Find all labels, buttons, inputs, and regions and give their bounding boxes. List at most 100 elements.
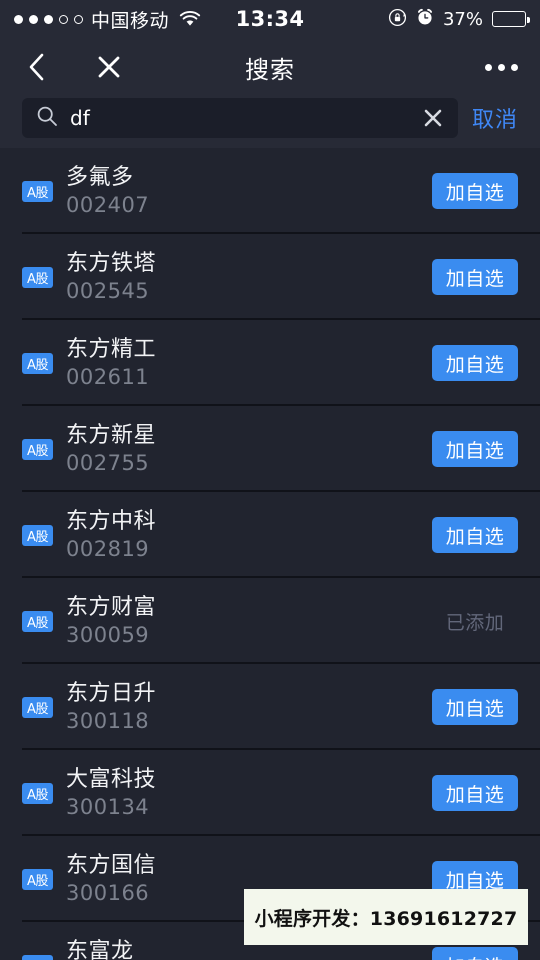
row-action: 已添加 xyxy=(432,608,518,635)
status-bar: 中国移动 13:34 37% xyxy=(0,0,540,38)
stock-code: 300166 xyxy=(66,880,150,905)
market-badge: A股 xyxy=(22,610,53,632)
row-action: 加自选 xyxy=(432,775,518,811)
watermark-overlay: 小程序开发：13691612727 xyxy=(244,889,528,945)
stock-name: 东方铁塔 xyxy=(66,251,157,277)
market-badge: A股 xyxy=(22,954,53,960)
already-added-label: 已添加 xyxy=(445,611,505,634)
search-input-value: df xyxy=(70,106,90,130)
stock-name: 东方国信 xyxy=(66,853,157,879)
row-action: 加自选 xyxy=(432,517,518,553)
signal-strength-dots xyxy=(14,14,83,24)
add-to-watchlist-button[interactable]: 加自选 xyxy=(432,947,518,960)
search-icon xyxy=(36,105,58,131)
add-to-watchlist-button[interactable]: 加自选 xyxy=(432,173,518,209)
add-to-watchlist-button[interactable]: 加自选 xyxy=(432,689,518,725)
table-row[interactable]: A股 东方精工 002611 加自选 xyxy=(0,320,540,406)
more-dot-1 xyxy=(485,63,492,71)
market-badge: A股 xyxy=(22,180,53,202)
stock-info: 东方中科 002819 xyxy=(66,510,156,559)
add-to-watchlist-button[interactable]: 加自选 xyxy=(432,431,518,467)
battery-percent-label: 37% xyxy=(442,8,483,30)
search-results-list[interactable]: A股 多氟多 002407 加自选 A股 东方铁塔 002545 加自选 A股 东方精工 00261… xyxy=(0,148,540,960)
more-dots-icon[interactable] xyxy=(485,63,518,71)
row-action: 加自选 xyxy=(432,431,518,467)
stock-code: 002755 xyxy=(66,450,150,475)
row-action: 加自选 xyxy=(432,173,518,209)
market-badge: A股 xyxy=(22,352,53,374)
market-badge: A股 xyxy=(22,266,53,288)
signal-dot-3 xyxy=(44,14,53,24)
table-row[interactable]: A股 多氟多 002407 加自选 xyxy=(0,148,540,234)
stock-code: 002407 xyxy=(66,192,150,217)
watermark-text: 小程序开发：13691612727 xyxy=(254,907,518,930)
carrier-label: 中国移动 xyxy=(91,9,170,32)
stock-code: 300059 xyxy=(66,622,150,647)
navigation-left-actions xyxy=(22,52,124,82)
stock-name: 东方中科 xyxy=(66,509,157,535)
stock-name: 东方日升 xyxy=(66,681,157,707)
stock-code: 300134 xyxy=(66,794,150,819)
stock-code: 300118 xyxy=(66,708,150,733)
table-row[interactable]: A股 东方中科 002819 加自选 xyxy=(0,492,540,578)
stock-info: 东方国信 300166 xyxy=(66,854,156,903)
market-badge: A股 xyxy=(22,696,53,718)
table-row[interactable]: A股 东方日升 300118 加自选 xyxy=(0,664,540,750)
stock-info: 多氟多 002407 xyxy=(66,166,149,215)
clear-x-icon[interactable] xyxy=(418,103,448,133)
row-action: 加自选 xyxy=(432,689,518,725)
clock-label: 13:34 xyxy=(235,7,305,31)
market-badge: A股 xyxy=(22,782,53,804)
search-input[interactable]: df xyxy=(22,98,458,138)
market-badge: A股 xyxy=(22,868,53,890)
status-bar-right: 37% xyxy=(388,8,530,31)
row-action: 加自选 xyxy=(432,345,518,381)
stock-info: 东方铁塔 002545 xyxy=(66,252,156,301)
stock-name: 大富科技 xyxy=(66,767,157,793)
status-bar-left: 中国移动 xyxy=(14,6,201,33)
stock-name: 东方财富 xyxy=(66,595,157,621)
nav-title-label: 搜索 xyxy=(245,55,295,84)
table-row[interactable]: A股 东方新星 002755 加自选 xyxy=(0,406,540,492)
navigation-bar: 搜索 xyxy=(0,38,540,96)
close-x-icon[interactable] xyxy=(94,52,124,82)
stock-name: 多氟多 xyxy=(66,165,134,191)
market-badge: A股 xyxy=(22,524,53,546)
stock-info: 东方新星 002755 xyxy=(66,424,156,473)
stock-code: 002611 xyxy=(66,364,150,389)
table-row[interactable]: A股 大富科技 300134 加自选 xyxy=(0,750,540,836)
market-badge: A股 xyxy=(22,438,53,460)
rotation-lock-icon xyxy=(388,8,407,31)
add-to-watchlist-button[interactable]: 加自选 xyxy=(432,259,518,295)
row-action: 加自选 xyxy=(432,259,518,295)
signal-dot-5 xyxy=(74,14,83,24)
row-action: 加自选 xyxy=(432,947,518,960)
search-bar: df 取消 xyxy=(0,96,540,148)
signal-dot-2 xyxy=(29,14,38,24)
signal-dot-1 xyxy=(14,14,23,24)
add-to-watchlist-button[interactable]: 加自选 xyxy=(432,517,518,553)
stock-info: 东方精工 002611 xyxy=(66,338,156,387)
stock-info: 东方财富 300059 xyxy=(66,596,156,645)
table-row[interactable]: A股 东方铁塔 002545 加自选 xyxy=(0,234,540,320)
add-to-watchlist-button[interactable]: 加自选 xyxy=(432,775,518,811)
cancel-button[interactable]: 取消 xyxy=(458,102,528,134)
more-dot-3 xyxy=(511,63,518,71)
stock-name: 东方新星 xyxy=(66,423,157,449)
stock-info: 大富科技 300134 xyxy=(66,768,156,817)
stock-code: 002545 xyxy=(66,278,150,303)
signal-dot-4 xyxy=(59,14,68,24)
battery-icon xyxy=(492,11,530,27)
back-chevron-icon[interactable] xyxy=(22,52,52,82)
table-row[interactable]: A股 东方财富 300059 已添加 xyxy=(0,578,540,664)
more-dot-2 xyxy=(498,63,505,71)
wifi-icon xyxy=(179,11,201,27)
add-to-watchlist-button[interactable]: 加自选 xyxy=(432,345,518,381)
stock-info: 东方日升 300118 xyxy=(66,682,156,731)
stock-name: 东富龙 xyxy=(66,939,134,960)
stock-name: 东方精工 xyxy=(66,337,157,363)
stock-code: 002819 xyxy=(66,536,150,561)
alarm-clock-icon xyxy=(416,8,434,30)
stock-info: 东富龙300171 xyxy=(66,940,149,960)
app-screen: 中国移动 13:34 37% 搜索 df 取消 A股 多氟多 002407 加自… xyxy=(0,0,540,960)
